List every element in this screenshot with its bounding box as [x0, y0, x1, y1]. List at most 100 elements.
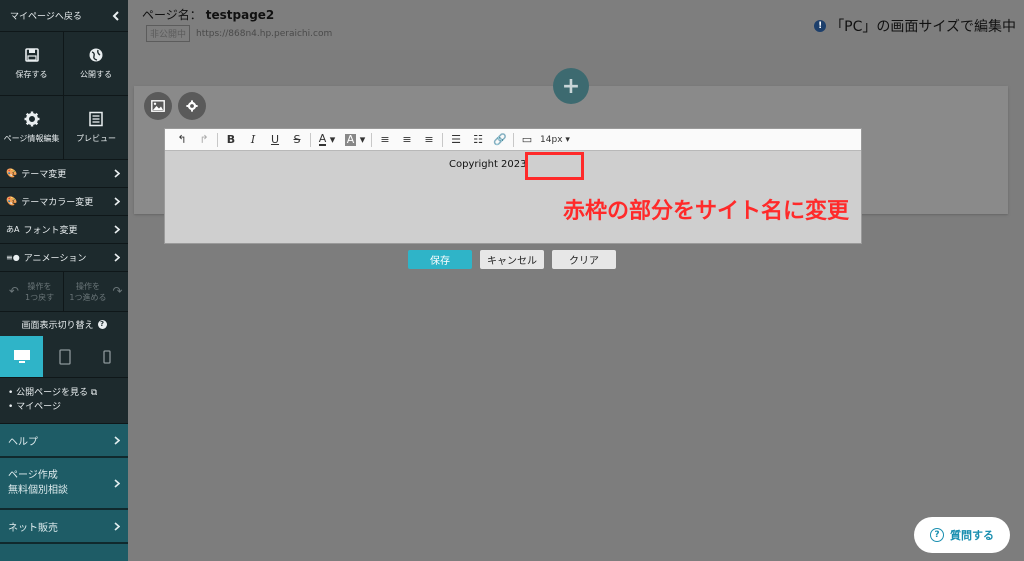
sidebar-item-label: フォント変更 [23, 226, 78, 236]
consult-line1: ページ作成 [8, 470, 58, 481]
desktop-icon [13, 349, 30, 363]
chevron-right-icon [114, 521, 120, 531]
numbered-list-icon[interactable]: ☷ [467, 130, 489, 150]
strikethrough-icon[interactable]: S [286, 130, 308, 150]
ask-label: 質問する [950, 529, 994, 542]
editor-content[interactable]: Copyright 2023 赤枠の部分をサイト名に変更 [165, 151, 861, 243]
device-pc-button[interactable] [0, 336, 43, 377]
page-name-label: ページ名： [142, 8, 202, 22]
gear-icon [24, 111, 39, 127]
font-size-dropdown[interactable]: 14px ▾ [538, 130, 572, 150]
ask-question-button[interactable]: ? 質問する [914, 517, 1010, 553]
external-link-icon: ⧉ [90, 388, 98, 398]
save-button[interactable]: 保存 [408, 250, 472, 269]
globe-icon [89, 48, 103, 62]
chevron-right-icon [114, 253, 120, 262]
help-circle-icon[interactable]: ? [97, 319, 107, 329]
display-switch-label: 画面表示切り替え [21, 320, 94, 331]
font-icon: あA [6, 225, 20, 234]
redo-label-line1: 操作を [75, 281, 100, 291]
undo-icon: ↶ [8, 284, 19, 298]
text-color-icon[interactable]: A ▾ [313, 130, 341, 150]
instruction-annotation: 赤枠の部分をサイト名に変更 [562, 199, 849, 224]
align-left-icon[interactable]: ≡ [374, 130, 396, 150]
question-icon: ? [930, 528, 944, 542]
chevron-right-icon [114, 169, 120, 178]
link-icon[interactable]: 🔗 [489, 130, 511, 150]
sidebar-consult-item[interactable]: ページ作成無料個別相談 [0, 458, 128, 510]
sidebar-links: • 公開ページを見る ⧉ • マイページ [0, 378, 128, 424]
align-right-icon[interactable]: ≡ [418, 130, 440, 150]
sidebar-item-theme-color[interactable]: 🎨 テーマカラー変更 [0, 188, 128, 216]
site-name-highlight-box [525, 152, 584, 180]
device-preview-icon[interactable]: ▭ [516, 130, 538, 150]
sidebar-item-theme[interactable]: 🎨 テーマ変更 [0, 160, 128, 188]
tablet-icon [58, 348, 71, 365]
highlight-color-icon[interactable]: A ▾ [341, 130, 369, 150]
redo-button[interactable]: 操作を 1つ進める ↷ [64, 272, 128, 311]
image-button[interactable] [144, 92, 172, 120]
editing-canvas: + ↰ ↱ B I U S A ▾ A ▾ ≡ ≡ ≡ ☰ ☷ 🔗 ▭ 14px… [128, 50, 1024, 561]
undo-label-line2: 1つ戻す [24, 292, 55, 302]
gear-icon [186, 100, 198, 112]
save-tile-button[interactable]: 保存する [0, 32, 64, 96]
sidebar-item-label: テーマカラー変更 [21, 198, 94, 208]
sidebar-item-animation[interactable]: ≡● アニメーション [0, 244, 128, 272]
palette-icon: 🎨 [6, 168, 18, 179]
sidebar: マイページへ戻る 保存する 公開する ページ情報編集 プレビュー 🎨 テーマ変更 … [0, 0, 128, 561]
device-tablet-button[interactable] [43, 336, 86, 377]
public-page-link[interactable]: • 公開ページを見る ⧉ [8, 386, 120, 400]
mypage-link[interactable]: • マイページ [8, 400, 120, 414]
page-status: 非公開中 https://868n4.hp.peraichi.com [146, 25, 332, 42]
display-switch-heading: 画面表示切り替え ? [0, 312, 128, 336]
image-icon [151, 100, 165, 112]
redo-label-line2: 1つ進める [69, 292, 107, 302]
chevron-left-icon [112, 10, 119, 21]
back-to-mypage-link[interactable]: マイページへ戻る [0, 0, 128, 32]
undo-button[interactable]: ↶ 操作を 1つ戻す [0, 272, 64, 311]
animation-icon: ≡● [6, 253, 20, 262]
page-title: ページ名： testpage2 [142, 6, 274, 23]
sidebar-item-label: アニメーション [23, 254, 87, 264]
undo-icon[interactable]: ↰ [171, 130, 193, 150]
align-center-icon[interactable]: ≡ [396, 130, 418, 150]
font-size-value: 14px [540, 134, 563, 145]
copyright-text: Copyright 2023 [449, 159, 527, 170]
sidebar-item-font[interactable]: あA フォント変更 [0, 216, 128, 244]
bullet-list-icon[interactable]: ☰ [445, 130, 467, 150]
add-block-button[interactable]: + [553, 68, 589, 104]
sidebar-help-item[interactable]: ヘルプ [0, 424, 128, 458]
italic-icon[interactable]: I [242, 130, 264, 150]
redo-icon[interactable]: ↱ [193, 130, 215, 150]
cancel-button[interactable]: キャンセル [480, 250, 544, 269]
undo-label-line1: 操作を [27, 281, 52, 291]
preview-tile-button[interactable]: プレビュー [64, 96, 128, 160]
redo-icon: ↷ [112, 284, 123, 298]
page-info-tile-button[interactable]: ページ情報編集 [0, 96, 64, 160]
save-icon [24, 48, 39, 62]
consult-line2: 無料個別相談 [8, 485, 68, 496]
chevron-right-icon [114, 197, 120, 206]
bold-icon[interactable]: B [220, 130, 242, 150]
editor-actions: 保存 キャンセル クリア [408, 250, 616, 269]
underline-icon[interactable]: U [264, 130, 286, 150]
back-label: マイページへ戻る [10, 12, 82, 22]
chevron-right-icon [114, 225, 120, 234]
net-sales-label: ネット販売 [8, 522, 58, 534]
status-badge: 非公開中 [146, 25, 191, 42]
plus-icon: + [561, 73, 581, 99]
clear-button[interactable]: クリア [552, 250, 616, 269]
block-settings-button[interactable] [178, 92, 206, 120]
page-name: testpage2 [205, 8, 275, 22]
save-tile-label: 保存する [15, 70, 48, 79]
text-editor: ↰ ↱ B I U S A ▾ A ▾ ≡ ≡ ≡ ☰ ☷ 🔗 ▭ 14px ▾… [164, 128, 862, 244]
mobile-icon [103, 349, 111, 364]
publish-tile-button[interactable]: 公開する [64, 32, 128, 96]
preview-icon [89, 111, 103, 127]
editor-toolbar: ↰ ↱ B I U S A ▾ A ▾ ≡ ≡ ≡ ☰ ☷ 🔗 ▭ 14px ▾ [165, 129, 861, 151]
chevron-right-icon [114, 435, 120, 445]
sidebar-more-item[interactable] [0, 544, 128, 561]
pc-note-text: 「PC」の画面サイズで編集中 [830, 19, 1016, 35]
device-mobile-button[interactable] [86, 336, 128, 377]
sidebar-net-sales-item[interactable]: ネット販売 [0, 510, 128, 544]
